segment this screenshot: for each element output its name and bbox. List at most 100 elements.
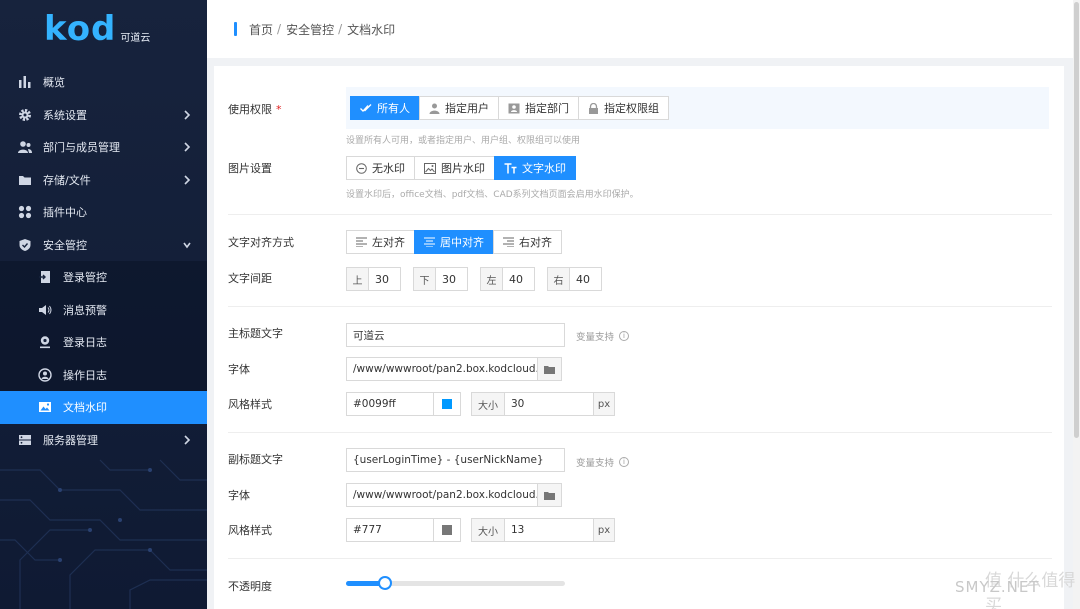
no-watermark-button[interactable]: 无水印 [346,156,415,180]
align-option-label: 右对齐 [519,236,552,249]
sub-size-input[interactable]: 13 [504,518,594,542]
breadcrumb-security[interactable]: 安全管控 [286,21,334,38]
brand-logo[interactable]: kod 可道云 [44,12,150,46]
spacing-value[interactable]: 40 [570,268,590,290]
sidebar-item-alerts[interactable]: 消息预警 [0,293,207,326]
slider-handle[interactable] [378,576,392,590]
permission-department-button[interactable]: 指定部门 [498,96,579,120]
sub-font-browse-button[interactable] [537,483,562,507]
spacing-right-field[interactable]: 右 40 [547,267,602,291]
sub-style-label: 风格样式 [228,524,272,537]
sidebar-item-login-log[interactable]: 登录日志 [0,326,207,359]
sidebar-item-server[interactable]: 服务器管理 [0,424,207,457]
sidebar-menu: 概览 系统设置 部门与成员管理 存储/文件 插件中心 安全管控 登录管控 消息预… [0,66,207,456]
main-size-input[interactable]: 30 [504,392,594,416]
permission-role-button[interactable]: 指定权限组 [578,96,669,120]
sidebar-item-security[interactable]: 安全管控 [0,229,207,262]
image-watermark-button[interactable]: 图片水印 [414,156,495,180]
align-option-label: 居中对齐 [440,236,484,249]
sidebar-item-label: 部门与成员管理 [43,141,120,155]
main-title-label: 主标题文字 [228,327,283,340]
image-settings-label: 图片设置 [228,162,272,175]
chevron-right-icon [184,174,191,185]
spacing-value[interactable]: 30 [436,268,456,290]
logo-mark: kod [44,9,117,49]
sidebar-item-overview[interactable]: 概览 [0,66,207,99]
align-option-label: 左对齐 [372,236,405,249]
sidebar-item-storage[interactable]: 存储/文件 [0,164,207,197]
text-align-label: 文字对齐方式 [228,236,294,249]
main-size-key: 大小 [471,392,505,416]
sub-size-key: 大小 [471,518,505,542]
main-font-input[interactable]: /www/wwwroot/pan2.box.kodcloud.com [346,357,538,381]
spacing-value[interactable]: 40 [503,268,523,290]
text-watermark-button[interactable]: 文字水印 [494,156,576,180]
breadcrumb-home[interactable]: 首页 [249,21,273,38]
permission-option-label: 指定权限组 [604,102,659,115]
breadcrumb-current: 文档水印 [347,22,396,37]
main-font-browse-button[interactable] [537,357,562,381]
image-settings-hint: 设置水印后，office文档、pdf文档、CAD系列文档页面会启用水印保护。 [346,190,639,200]
folder-icon [544,365,555,374]
info-icon: i [619,331,630,341]
permission-user-button[interactable]: 指定用户 [419,96,499,120]
align-center-button[interactable]: 居中对齐 [414,230,494,254]
main-title-variable-link[interactable]: 变量支持 i [576,329,630,343]
sidebar-item-label: 登录管控 [63,271,107,285]
scrollbar-thumb[interactable] [1074,2,1079,438]
sidebar-item-label: 概览 [43,76,65,90]
sidebar-item-plugins[interactable]: 插件中心 [0,196,207,229]
sidebar-item-label: 文档水印 [63,401,107,415]
align-left-icon [356,237,367,247]
lock-icon [589,102,598,114]
color-swatch [442,525,452,535]
align-right-icon [503,237,514,247]
sub-title-variable-link[interactable]: 变量支持 i [576,455,630,469]
sidebar-item-departments[interactable]: 部门与成员管理 [0,131,207,164]
sub-title-input[interactable]: {userLoginTime} - {userNickName} [346,448,565,472]
spacing-left-field[interactable]: 左 40 [480,267,535,291]
folder-icon [544,491,555,500]
permission-selector: 所有人 指定用户 指定部门 指定权限组 [350,96,669,120]
sub-color-picker[interactable] [433,518,461,542]
main-size-unit: px [593,392,615,416]
main-font-label: 字体 [228,363,250,376]
page-scrollbar[interactable] [1073,0,1080,609]
sub-color-input[interactable]: #777 [346,518,434,542]
variable-support-text: 变量支持 [576,458,615,469]
spacing-key: 左 [481,268,503,290]
info-icon: i [619,457,630,467]
main-title-input[interactable]: 可道云 [346,323,565,347]
speaker-icon [39,304,52,315]
align-left-button[interactable]: 左对齐 [346,230,415,254]
sidebar-item-login-control[interactable]: 登录管控 [0,261,207,294]
required-mark: * [276,103,282,116]
sidebar-item-doc-watermark[interactable]: 文档水印 [0,391,207,424]
permission-option-label: 所有人 [377,102,410,115]
login-icon [39,271,50,283]
sidebar-item-label: 存储/文件 [43,173,91,187]
align-right-button[interactable]: 右对齐 [493,230,562,254]
sidebar-item-operation-log[interactable]: 操作日志 [0,358,207,391]
spacing-key: 上 [347,268,369,290]
sidebar-item-label: 服务器管理 [43,433,98,447]
top-bar: 首页 / 安全管控 / 文档水印 [207,0,1073,58]
spacing-key: 右 [548,268,570,290]
opacity-slider[interactable] [346,576,565,590]
gear-icon [19,108,31,121]
main-color-picker[interactable] [433,392,461,416]
breadcrumb: 首页 / 安全管控 / 文档水印 [234,19,395,39]
permission-all-button[interactable]: 所有人 [350,96,420,120]
image-mode-selector: 无水印 图片水印 文字水印 [346,156,576,180]
sub-title-label: 副标题文字 [228,453,283,466]
align-center-icon [424,237,435,247]
id-card-icon [508,103,520,113]
sidebar-item-system-settings[interactable]: 系统设置 [0,99,207,132]
sub-font-input[interactable]: /www/wwwroot/pan2.box.kodcloud.com [346,483,538,507]
spacing-bottom-field[interactable]: 下 30 [413,267,468,291]
check-all-icon [360,104,372,112]
spacing-top-field[interactable]: 上 30 [346,267,401,291]
image-option-label: 图片水印 [441,162,485,175]
spacing-value[interactable]: 30 [369,268,389,290]
main-color-input[interactable]: #0099ff [346,392,434,416]
